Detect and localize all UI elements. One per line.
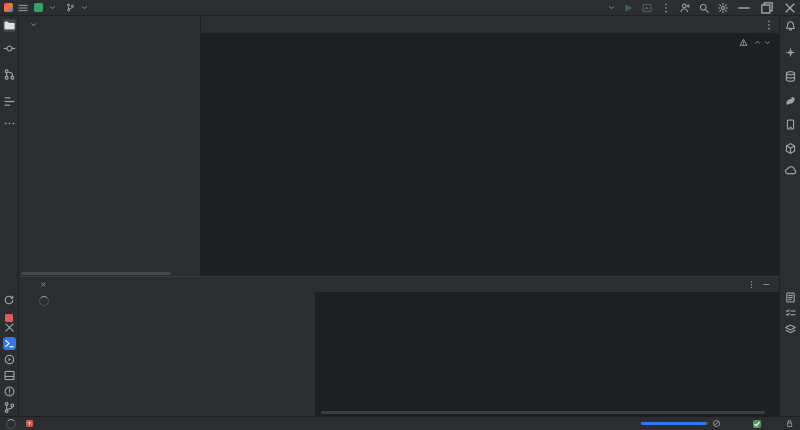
minimize-button[interactable] bbox=[736, 0, 752, 15]
main-menu-icon[interactable] bbox=[17, 2, 29, 14]
branch-selector[interactable] bbox=[61, 2, 93, 13]
commit-icon[interactable] bbox=[3, 42, 16, 55]
editor-tabs bbox=[201, 16, 779, 34]
hide-panel-icon[interactable] bbox=[762, 280, 771, 289]
build-sync-tab[interactable]: × bbox=[37, 280, 47, 289]
pull-requests-icon[interactable] bbox=[3, 68, 16, 81]
cancel-progress-icon[interactable] bbox=[712, 419, 721, 428]
documentation-icon[interactable] bbox=[784, 291, 797, 304]
chevron-up-icon[interactable] bbox=[754, 39, 761, 46]
restore-button[interactable] bbox=[759, 0, 775, 15]
build-panel: × bbox=[19, 276, 779, 416]
notifications-icon[interactable] bbox=[784, 19, 797, 32]
run-console-icon[interactable] bbox=[3, 369, 16, 382]
gradle-import-progress[interactable] bbox=[638, 419, 721, 428]
project-badge-icon bbox=[34, 3, 43, 12]
chevron-down-icon bbox=[49, 4, 56, 11]
dependencies-icon[interactable] bbox=[784, 142, 797, 155]
console-horizontal-scrollbar[interactable] bbox=[321, 411, 765, 414]
settings-icon[interactable] bbox=[717, 2, 729, 14]
code-with-me-icon[interactable] bbox=[679, 2, 691, 14]
app-logo-icon bbox=[4, 3, 13, 12]
left-tool-rail bbox=[0, 16, 19, 416]
status-spinner-icon bbox=[6, 419, 16, 429]
build-console[interactable] bbox=[315, 292, 779, 416]
run-button[interactable] bbox=[622, 2, 634, 14]
build-icon[interactable] bbox=[3, 321, 16, 334]
tab-options-icon[interactable] bbox=[763, 19, 775, 31]
build-panel-header: × bbox=[19, 277, 779, 292]
profiler-button[interactable] bbox=[641, 2, 653, 14]
build-spinner-icon bbox=[39, 296, 49, 306]
device-manager-icon[interactable] bbox=[784, 118, 797, 131]
stop-icon bbox=[5, 314, 13, 322]
terminal-icon[interactable] bbox=[3, 337, 16, 350]
layers-icon[interactable] bbox=[784, 323, 797, 336]
inspections-ok-icon[interactable] bbox=[753, 420, 761, 428]
right-tool-rail bbox=[779, 16, 800, 416]
progress-fill bbox=[641, 422, 706, 425]
status-bar: Y bbox=[0, 416, 800, 430]
readonly-lock-icon[interactable] bbox=[785, 419, 794, 428]
inspection-warning-icon bbox=[739, 38, 748, 47]
editor-area bbox=[201, 16, 779, 276]
database-icon[interactable] bbox=[784, 70, 797, 83]
more-actions-icon[interactable] bbox=[660, 2, 672, 14]
titlebar bbox=[0, 0, 800, 16]
progress-bar bbox=[641, 422, 709, 425]
project-panel-header[interactable] bbox=[19, 16, 200, 33]
version-control-icon[interactable] bbox=[3, 401, 16, 414]
close-button[interactable] bbox=[782, 0, 798, 15]
project-tree bbox=[19, 33, 200, 276]
ai-assistant-icon[interactable] bbox=[784, 46, 797, 59]
todo-icon[interactable] bbox=[784, 307, 797, 320]
search-icon[interactable] bbox=[698, 2, 710, 14]
close-tab-icon[interactable]: × bbox=[40, 280, 47, 289]
more-toolwindows-icon[interactable] bbox=[3, 117, 16, 130]
branch-icon bbox=[66, 3, 75, 12]
project-selector[interactable] bbox=[29, 2, 61, 13]
tree-horizontal-scrollbar[interactable] bbox=[21, 272, 171, 275]
ide-window: × bbox=[0, 0, 800, 430]
yaml-file-icon: Y bbox=[26, 420, 33, 427]
structure-icon[interactable] bbox=[3, 95, 16, 108]
project-panel bbox=[19, 16, 201, 276]
breadcrumb[interactable]: Y bbox=[20, 420, 36, 427]
stop-build-icon[interactable] bbox=[5, 309, 17, 321]
rerun-sync-icon[interactable] bbox=[3, 294, 15, 306]
translation-icon[interactable] bbox=[784, 164, 797, 177]
chevron-down-icon bbox=[81, 4, 88, 11]
panel-options-icon[interactable] bbox=[747, 280, 756, 289]
chevron-down-icon bbox=[30, 21, 37, 28]
chevron-down-icon[interactable] bbox=[764, 39, 771, 46]
build-status-area[interactable] bbox=[19, 292, 315, 416]
chevron-down-icon bbox=[608, 4, 615, 11]
services-icon[interactable] bbox=[3, 353, 16, 366]
project-toolwindow-icon[interactable] bbox=[3, 19, 16, 32]
problems-icon[interactable] bbox=[3, 385, 16, 398]
code-editor[interactable] bbox=[201, 34, 779, 276]
gradle-icon[interactable] bbox=[784, 94, 797, 107]
inspections-widget[interactable] bbox=[739, 38, 771, 47]
run-config-selector[interactable] bbox=[606, 4, 615, 11]
